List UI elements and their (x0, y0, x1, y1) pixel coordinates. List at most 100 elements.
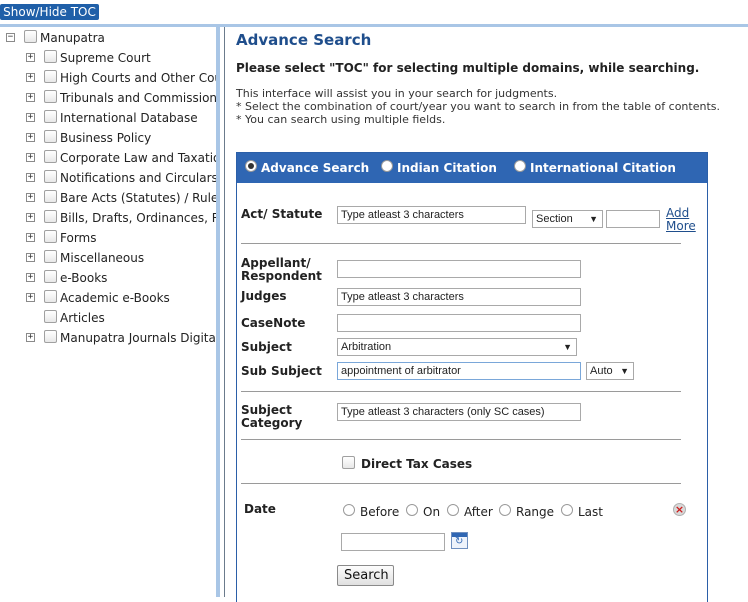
toc-item-label[interactable]: Miscellaneous (60, 249, 144, 267)
toc-item-label[interactable]: Bare Acts (Statutes) / Rules (60, 189, 216, 207)
date-on-radio[interactable] (406, 504, 418, 516)
expand-icon[interactable]: + (26, 173, 35, 182)
toc-item-checkbox[interactable] (44, 150, 57, 163)
page-title: Advance Search (236, 31, 372, 49)
judges-label: Judges (241, 289, 287, 303)
expand-icon[interactable]: + (26, 153, 35, 162)
date-last-radio[interactable] (561, 504, 573, 516)
info-line-2: * Select the combination of court/year y… (236, 100, 720, 113)
expand-icon[interactable]: + (26, 133, 35, 142)
date-range-radio[interactable] (499, 504, 511, 516)
toc-instruction: Please select "TOC" for selecting multip… (236, 61, 700, 75)
date-options: Before On After Range Last (343, 504, 623, 520)
toc-item-label[interactable]: Supreme Court (60, 49, 151, 67)
expand-icon[interactable]: + (26, 253, 35, 262)
expand-icon[interactable]: + (26, 193, 35, 202)
sub-subject-mode-select[interactable]: Auto ▼ (586, 362, 634, 380)
toc-item-label[interactable]: Articles (60, 309, 105, 327)
collapse-icon[interactable]: − (6, 33, 15, 42)
advance-search-radio[interactable] (245, 160, 257, 172)
appellant-respondent-input[interactable] (337, 260, 581, 278)
subject-category-input[interactable]: Type atleast 3 characters (only SC cases… (337, 403, 581, 421)
toc-tree: − Manupatra + Supreme Court + High Courts and… (0, 28, 216, 597)
date-range-label: Range (516, 505, 555, 519)
date-label: Date (244, 502, 276, 516)
subject-select[interactable]: Arbitration ▼ (337, 338, 577, 356)
sub-subject-mode-value: Auto (590, 365, 613, 377)
expand-icon[interactable]: + (26, 53, 35, 62)
toc-item-checkbox[interactable] (44, 50, 57, 63)
date-input[interactable] (341, 533, 445, 551)
chevron-down-icon: ▼ (563, 342, 572, 352)
expand-icon[interactable]: + (26, 73, 35, 82)
date-on-label: On (423, 505, 441, 519)
direct-tax-label: Direct Tax Cases (361, 457, 473, 471)
indian-citation-radio[interactable] (381, 160, 393, 172)
toc-item-checkbox[interactable] (44, 210, 57, 223)
expand-icon[interactable]: + (26, 233, 35, 242)
toc-item-label[interactable]: Tribunals and Commissions (60, 89, 216, 107)
expand-icon[interactable]: + (26, 273, 35, 282)
toc-item-label[interactable]: e-Books (60, 269, 107, 287)
toc-item-checkbox[interactable] (44, 270, 57, 283)
toc-item-checkbox[interactable] (44, 310, 57, 323)
expand-icon[interactable]: + (26, 293, 35, 302)
toc-border (224, 27, 225, 597)
expand-icon[interactable]: + (26, 113, 35, 122)
toc-item-label[interactable]: Notifications and Circulars (60, 169, 216, 187)
indian-citation-label: Indian Citation (397, 161, 497, 175)
toc-item-checkbox[interactable] (44, 90, 57, 103)
toc-item-checkbox[interactable] (44, 230, 57, 243)
toc-item-label[interactable]: International Database (60, 109, 198, 127)
expand-icon[interactable]: + (26, 93, 35, 102)
show-hide-toc-button[interactable]: Show/Hide TOC (0, 4, 99, 20)
divider-3 (241, 439, 681, 440)
sub-subject-input[interactable]: appointment of arbitrator (337, 362, 581, 380)
expand-icon[interactable]: + (26, 333, 35, 342)
casenote-input[interactable] (337, 314, 581, 332)
divider-4 (241, 483, 681, 484)
toc-item-checkbox[interactable] (44, 190, 57, 203)
direct-tax-checkbox[interactable] (342, 456, 355, 469)
add-more-line-1: Add (666, 206, 690, 220)
search-type-tabs: Advance Search Indian Citation Internati… (237, 153, 707, 183)
expand-icon[interactable]: + (26, 213, 35, 222)
section-select[interactable]: Section ▼ (532, 210, 603, 228)
subject-label: Subject (241, 340, 292, 354)
toc-item-checkbox[interactable] (44, 170, 57, 183)
international-citation-radio[interactable] (514, 160, 526, 172)
toc-item-checkbox[interactable] (44, 330, 57, 343)
info-line-1: This interface will assist you in your s… (236, 87, 558, 100)
category-label-line-1: Subject (241, 403, 292, 417)
divider-1 (241, 243, 681, 244)
subject-category-label: Subject Category (241, 404, 302, 430)
calendar-icon[interactable] (451, 532, 468, 549)
act-statute-input[interactable]: Type atleast 3 characters (337, 206, 526, 224)
date-after-radio[interactable] (447, 504, 459, 516)
category-label-line-2: Category (241, 416, 303, 430)
toc-item-checkbox[interactable] (44, 290, 57, 303)
toc-item-label[interactable]: Forms (60, 229, 96, 247)
judges-input[interactable]: Type atleast 3 characters (337, 288, 581, 306)
toc-item-checkbox[interactable] (44, 70, 57, 83)
toc-item-checkbox[interactable] (44, 110, 57, 123)
section-input[interactable] (606, 210, 660, 228)
toc-item-label[interactable]: Manupatra Journals Digital E (60, 329, 216, 347)
search-button[interactable]: Search (337, 565, 394, 586)
toc-item-label[interactable]: High Courts and Other Cour (60, 69, 216, 87)
toc-splitter[interactable] (216, 27, 220, 597)
toc-item-label[interactable]: Bills, Drafts, Ordinances, Re (60, 209, 216, 227)
toc-item-label[interactable]: Corporate Law and Taxation (60, 149, 216, 167)
toc-root-checkbox[interactable] (24, 30, 37, 43)
add-more-link[interactable]: Add More (666, 207, 696, 233)
toc-item-checkbox[interactable] (44, 250, 57, 263)
toc-item-checkbox[interactable] (44, 130, 57, 143)
appellant-respondent-label: Appellant/Respondent (241, 257, 322, 283)
clear-date-icon[interactable]: × (673, 503, 686, 516)
advance-search-label: Advance Search (261, 161, 370, 175)
date-before-radio[interactable] (343, 504, 355, 516)
date-last-label: Last (578, 505, 603, 519)
add-more-line-2: More (666, 219, 696, 233)
toc-item-label[interactable]: Business Policy (60, 129, 151, 147)
toc-item-label[interactable]: Academic e-Books (60, 289, 170, 307)
